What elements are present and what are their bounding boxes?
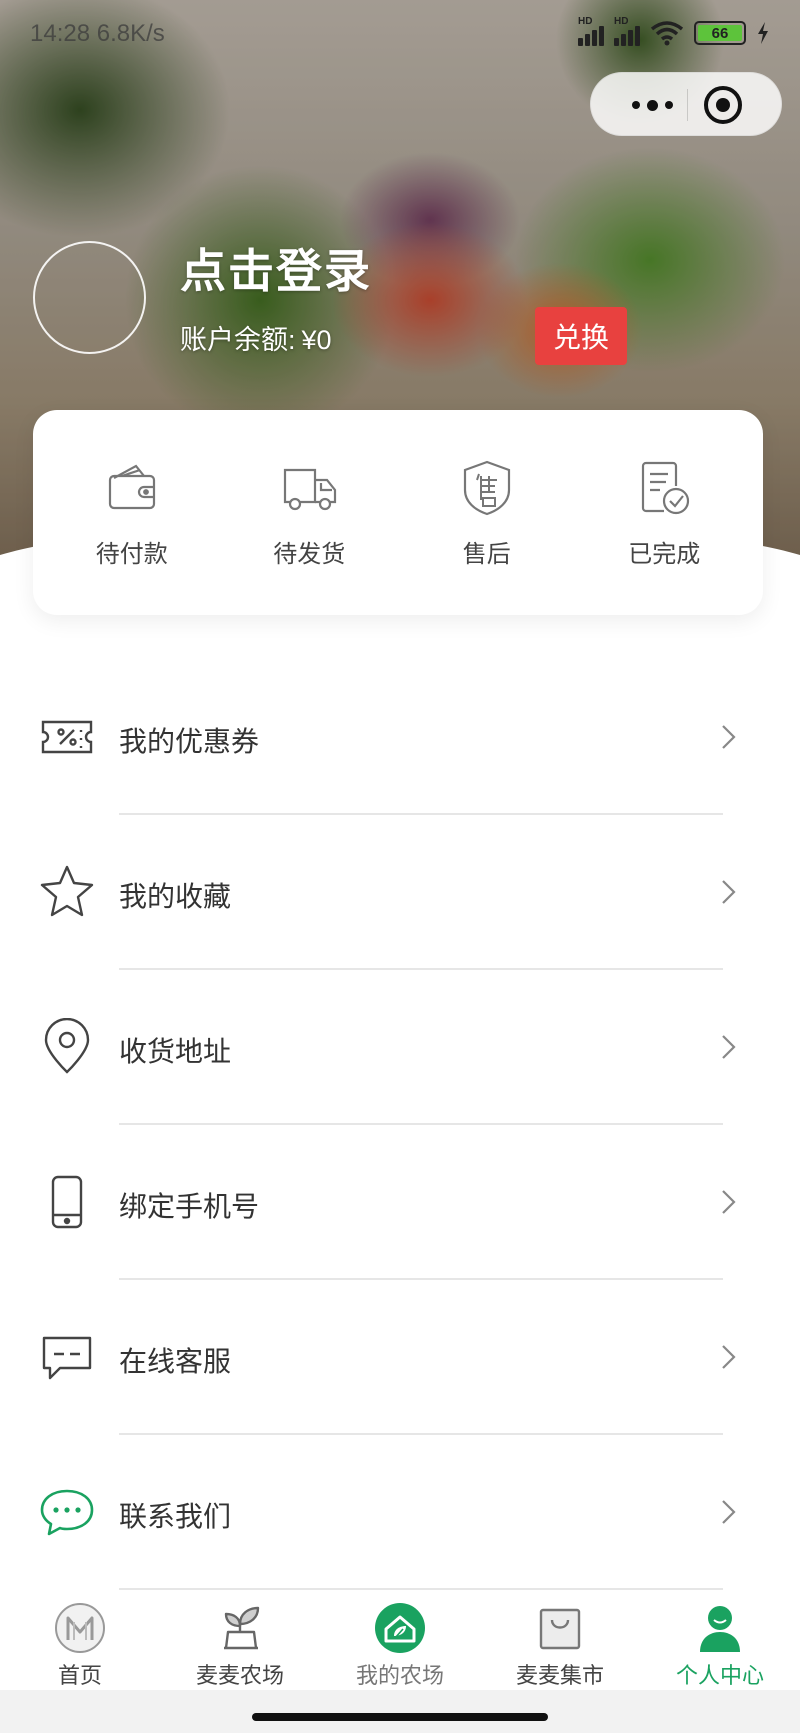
my-farm-icon: [374, 1602, 426, 1654]
menu-item-favorites[interactable]: 我的收藏: [0, 815, 800, 970]
coupon-icon: [38, 708, 96, 766]
divider: [119, 1588, 723, 1590]
capsule-divider: [687, 89, 688, 121]
truck-icon: [284, 468, 337, 511]
order-label: 已完成: [628, 541, 701, 568]
tab-maimai-farm[interactable]: 麦麦农场: [160, 1592, 320, 1690]
menu-list: 我的优惠券 我的收藏 收货地址 绑定手机号 在线客服 联系我们: [0, 660, 800, 1590]
menu-label: 我的优惠券: [119, 726, 260, 757]
order-pending-shipment[interactable]: 待发货: [234, 456, 384, 569]
wallet-icon: [108, 464, 155, 510]
tab-label: 个人中心: [675, 1663, 764, 1688]
wifi-icon: [650, 21, 684, 46]
more-menu-button[interactable]: [617, 73, 687, 137]
signal-icon-2: HD: [614, 16, 640, 46]
message-dots-icon: [38, 1483, 96, 1541]
person-icon: [694, 1602, 746, 1654]
menu-item-address[interactable]: 收货地址: [0, 970, 800, 1125]
after-sales-shield-icon: [463, 460, 510, 516]
chevron-right-icon: [722, 1345, 736, 1369]
tab-label: 首页: [57, 1663, 102, 1688]
tab-my-farm[interactable]: 我的农场: [320, 1592, 480, 1690]
order-completed[interactable]: 已完成: [589, 456, 739, 569]
status-time: 14:28 6.8K/s: [30, 20, 165, 47]
battery-level: 66: [711, 24, 729, 42]
more-dot-icon: [631, 101, 640, 109]
tab-label: 麦麦农场: [195, 1663, 284, 1688]
home-logo-icon: [54, 1602, 106, 1654]
signal-icon: HD: [578, 16, 604, 46]
orders-card: 待付款 待发货 售后 已完成: [33, 410, 763, 615]
more-dot-icon: [646, 99, 658, 111]
menu-item-contact-us[interactable]: 联系我们: [0, 1435, 800, 1590]
chevron-right-icon: [722, 880, 736, 904]
menu-label: 联系我们: [119, 1501, 232, 1532]
menu-item-bind-phone[interactable]: 绑定手机号: [0, 1125, 800, 1280]
shopping-bag-icon: [534, 1602, 586, 1654]
tab-maimai-market[interactable]: 麦麦集市: [480, 1592, 640, 1690]
sprout-icon: [214, 1602, 266, 1654]
chevron-right-icon: [722, 1500, 736, 1524]
phone-icon: [38, 1173, 96, 1231]
chevron-right-icon: [722, 1035, 736, 1059]
menu-label: 收货地址: [119, 1036, 232, 1067]
charging-icon: [758, 22, 768, 44]
tab-home[interactable]: 首页: [0, 1592, 160, 1690]
avatar[interactable]: [33, 241, 146, 354]
order-after-sales[interactable]: 售后: [412, 456, 562, 569]
order-label: 待付款: [95, 541, 168, 568]
balance-value: ¥0: [301, 325, 332, 355]
menu-label: 在线客服: [119, 1346, 232, 1377]
status-icons: HD HD 66: [578, 16, 770, 46]
location-pin-icon: [38, 1017, 96, 1076]
close-miniprogram-button[interactable]: [704, 86, 742, 124]
tab-personal-center[interactable]: 个人中心: [640, 1592, 800, 1690]
menu-item-coupons[interactable]: 我的优惠券: [0, 660, 800, 815]
star-icon: [38, 863, 96, 921]
menu-label: 我的收藏: [119, 881, 232, 912]
menu-item-online-service[interactable]: 在线客服: [0, 1280, 800, 1435]
status-bar: 14:28 6.8K/s HD HD 66: [0, 0, 800, 70]
miniprogram-capsule: [590, 72, 782, 136]
exchange-button[interactable]: 兑换: [535, 307, 627, 365]
chevron-right-icon: [722, 1190, 736, 1214]
chevron-right-icon: [722, 725, 736, 749]
tab-label: 麦麦集市: [515, 1663, 604, 1688]
completed-doc-icon: [642, 461, 690, 515]
more-dot-icon: [664, 101, 673, 109]
tab-bar: 首页 麦麦农场 我的农场 麦麦集市 个人中心: [0, 1592, 800, 1690]
account-balance: 账户余额: ¥0: [180, 318, 332, 357]
order-label: 售后: [462, 541, 511, 568]
login-button[interactable]: 点击登录: [180, 235, 372, 301]
balance-label: 账户余额:: [180, 325, 296, 355]
menu-label: 绑定手机号: [119, 1191, 260, 1222]
home-indicator: [0, 1690, 800, 1733]
chat-bubble-icon: [38, 1328, 96, 1386]
order-label: 待发货: [273, 541, 346, 568]
battery-icon: 66: [694, 21, 746, 45]
order-pending-payment[interactable]: 待付款: [57, 456, 207, 569]
tab-label: 我的农场: [355, 1663, 444, 1688]
home-indicator-bar[interactable]: [252, 1713, 548, 1721]
